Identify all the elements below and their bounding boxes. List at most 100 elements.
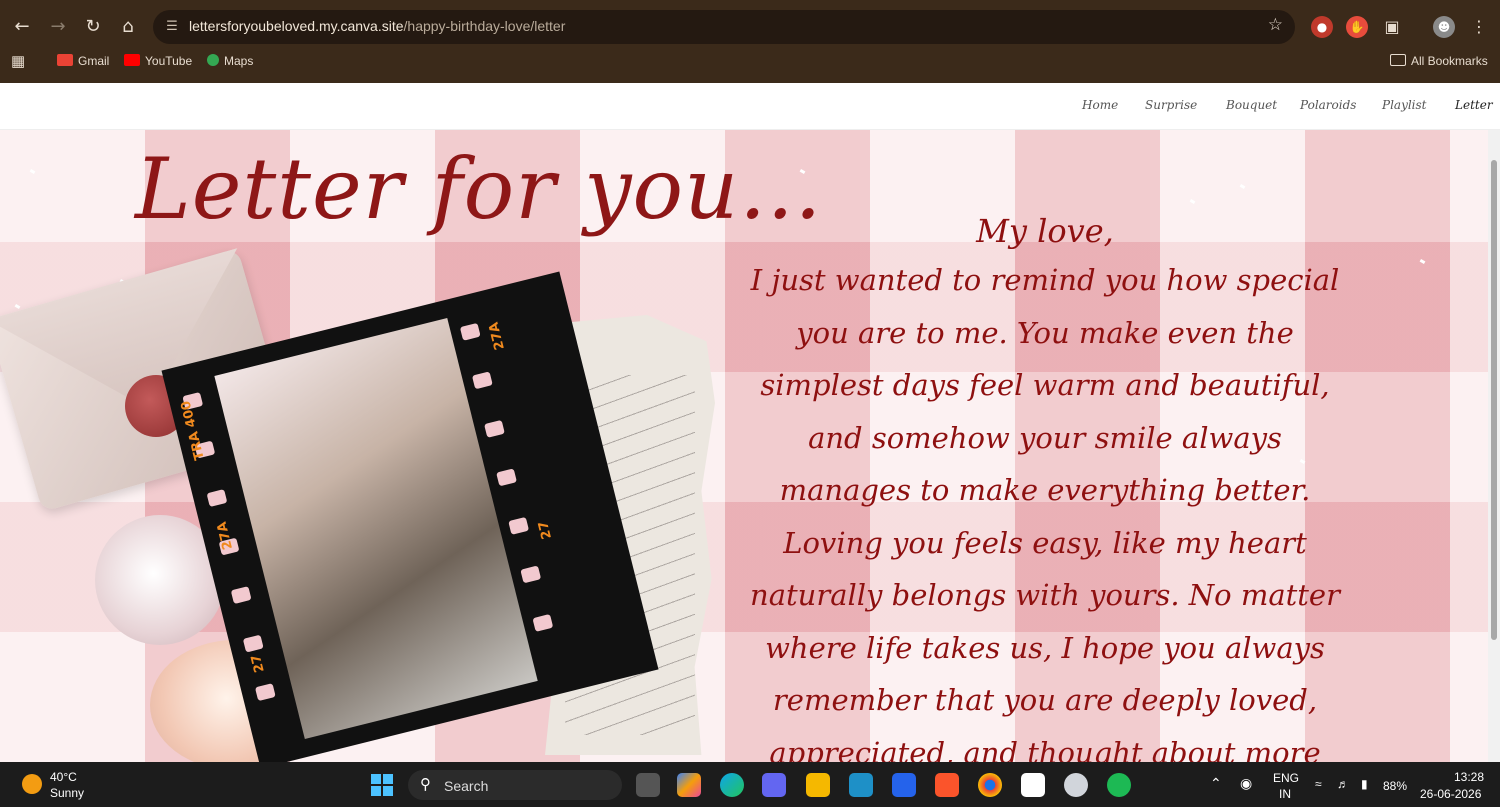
clock-date[interactable]: 26-06-2026 [1420, 787, 1481, 801]
film-perforation [459, 322, 481, 341]
weather-temperature[interactable]: 40°C [50, 770, 77, 784]
nav-letter[interactable]: Letter [1455, 98, 1493, 112]
bookmark-youtube[interactable]: YouTube [124, 54, 192, 68]
letter-line: manages to make everything better. [779, 473, 1311, 507]
letter-line: Loving you feels easy, like my heart [783, 525, 1307, 560]
film-perforation [254, 683, 276, 702]
confetti [1189, 198, 1196, 205]
nav-bouquet[interactable]: Bouquet [1226, 98, 1277, 112]
film-label: 27 [536, 519, 555, 541]
film-perforation [230, 586, 252, 605]
url-path: /happy-birthday-love/letter [403, 18, 566, 34]
bookmark-gmail[interactable]: Gmail [57, 54, 109, 68]
letter-line: you are to me. You make even the [796, 315, 1294, 350]
film-label: 27 [248, 652, 268, 675]
battery-percent[interactable]: 88% [1383, 779, 1407, 793]
letter-line: naturally belongs with yours. No matter [750, 578, 1340, 612]
folder-icon [1390, 54, 1406, 66]
browser-toolbar: ← → ↻ ⌂ ☰ lettersforyoubeloved.my.canva.… [0, 8, 1500, 46]
film-perforation [532, 613, 554, 632]
language-label[interactable]: ENG [1273, 771, 1299, 785]
film-perforation [520, 565, 542, 584]
film-perforation [484, 419, 505, 438]
bookmark-label: Gmail [78, 54, 110, 68]
url-domain: lettersforyoubeloved.my.canva.site [189, 18, 404, 34]
letter-line: and somehow your smile always [808, 420, 1282, 455]
scrollbar-thumb[interactable] [1491, 160, 1497, 640]
letter-line: remember that you are deeply loved, [772, 683, 1318, 717]
nav-polaroids[interactable]: Polaroids [1300, 98, 1356, 112]
windows-start-icon[interactable] [371, 774, 393, 796]
reload-icon[interactable]: ↻ [80, 14, 106, 40]
nav-home[interactable]: Home [1082, 98, 1118, 112]
bookmarks-bar: ▦ Gmail YouTube Maps All Bookmarks [0, 50, 1500, 76]
region-label[interactable]: IN [1279, 787, 1291, 801]
letter-line: appreciated, and thought about more [769, 735, 1321, 763]
teams-icon[interactable] [762, 773, 786, 797]
adblock-extension-icon[interactable]: ✋ [1346, 16, 1368, 38]
site-nav: Home Surprise Bouquet Polaroids Playlist… [0, 83, 1500, 130]
spotify-icon[interactable] [1107, 773, 1131, 797]
windows-taskbar: 40°C Sunny ⚲ Search ⌃ ◉ ENG IN ≈ ♬ ▮ 88%… [0, 762, 1500, 807]
volume-icon[interactable]: ♬ [1337, 777, 1349, 791]
letter-line: I just wanted to remind you how special [750, 263, 1340, 297]
menu-dots-icon[interactable]: ⋮ [1468, 16, 1490, 38]
edge-icon[interactable] [720, 773, 744, 797]
film-label: 27A [486, 320, 508, 352]
film-perforation [508, 516, 530, 535]
store-icon[interactable] [892, 773, 916, 797]
letter-canvas: Letter for you... TRA 400 27A 27 27A 27 … [0, 130, 1488, 762]
confetti [14, 303, 21, 310]
task-view-icon[interactable] [636, 773, 660, 797]
letter-text: My love, I just wanted to remind you how… [700, 208, 1390, 762]
notion-icon[interactable] [1021, 773, 1045, 797]
confetti [1239, 183, 1246, 190]
forward-icon[interactable]: → [45, 14, 71, 40]
weather-condition[interactable]: Sunny [50, 786, 84, 800]
film-perforation [242, 634, 264, 653]
all-bookmarks[interactable]: All Bookmarks [1390, 54, 1488, 68]
film-label: TRA 400 [178, 399, 208, 462]
taskbar-search[interactable]: ⚲ Search [408, 770, 622, 800]
address-bar[interactable]: ☰ lettersforyoubeloved.my.canva.site/hap… [153, 10, 1295, 44]
page-scrollbar[interactable] [1488, 130, 1500, 762]
app-icon[interactable] [849, 773, 873, 797]
brave-icon[interactable] [935, 773, 959, 797]
record-extension-icon[interactable]: ● [1311, 16, 1333, 38]
nav-surprise[interactable]: Surprise [1145, 98, 1197, 112]
youtube-icon [124, 54, 140, 66]
letter-line: simplest days feel warm and beautiful, [760, 368, 1330, 402]
letter-greeting: My love, [976, 212, 1114, 250]
file-explorer-icon[interactable] [806, 773, 830, 797]
letter-line: where life takes us, I hope you always [765, 630, 1325, 665]
chatgpt-icon[interactable] [1064, 773, 1088, 797]
url-text[interactable]: lettersforyoubeloved.my.canva.site/happy… [189, 18, 565, 34]
profile-avatar[interactable]: ☻ [1433, 16, 1455, 38]
sun-icon[interactable] [22, 774, 42, 794]
nav-playlist[interactable]: Playlist [1382, 98, 1427, 112]
network-icon[interactable]: ◉ [1240, 775, 1252, 792]
chevron-up-icon[interactable]: ⌃ [1210, 775, 1222, 792]
copilot-icon[interactable] [677, 773, 701, 797]
bookmark-label: Maps [224, 54, 254, 68]
extensions-icon[interactable]: ▣ [1381, 16, 1403, 38]
film-perforation [496, 468, 517, 487]
bookmark-star-icon[interactable]: ☆ [1268, 15, 1283, 35]
wifi-icon[interactable]: ≈ [1315, 777, 1322, 791]
home-icon[interactable]: ⌂ [115, 14, 141, 40]
confetti [1419, 258, 1426, 265]
site-info-icon[interactable]: ☰ [163, 18, 181, 36]
gmail-icon [57, 54, 73, 66]
confetti [29, 168, 36, 175]
clock-time[interactable]: 13:28 [1454, 770, 1484, 784]
search-icon: ⚲ [420, 775, 431, 793]
film-perforation [206, 489, 228, 508]
chrome-icon[interactable] [978, 773, 1002, 797]
back-icon[interactable]: ← [9, 14, 35, 40]
all-bookmarks-label: All Bookmarks [1411, 54, 1488, 68]
battery-icon[interactable]: ▮ [1361, 777, 1368, 791]
search-label: Search [444, 778, 489, 794]
bookmark-maps[interactable]: Maps [207, 54, 253, 68]
maps-icon [207, 54, 219, 66]
apps-grid-icon[interactable]: ▦ [11, 52, 25, 70]
